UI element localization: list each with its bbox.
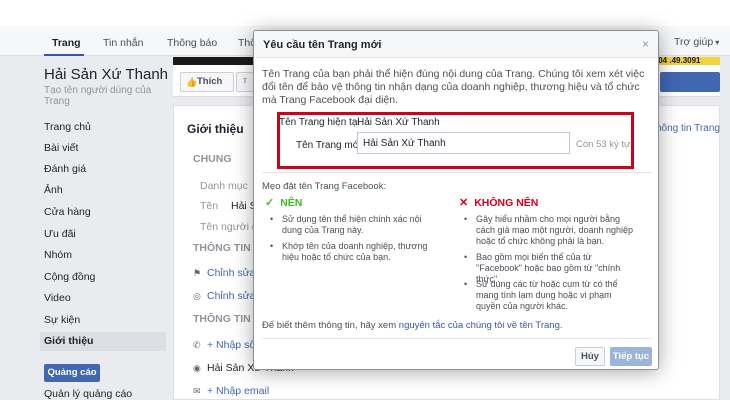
do-heading-label: NÊN bbox=[280, 197, 303, 209]
like-label: Thích bbox=[197, 76, 223, 87]
sidebar-item-community[interactable]: Cộng đồng bbox=[44, 268, 166, 287]
bullet: • bbox=[464, 252, 468, 262]
about-title: Giới thiệu bbox=[187, 122, 244, 136]
dont-heading: ✕ KHÔNG NÊN bbox=[459, 196, 538, 209]
edit-page-info-link[interactable]: hông tin Trang bbox=[656, 123, 720, 134]
divider bbox=[262, 172, 652, 173]
section-additional-info: THÔNG TIN D bbox=[193, 242, 262, 254]
footer-note: Để biết thêm thông tin, hãy xem nguyên t… bbox=[262, 320, 563, 331]
bullet: • bbox=[464, 214, 468, 224]
username-label: Tên người d bbox=[200, 221, 258, 233]
add-phone-row[interactable]: ✆ + Nhập số bbox=[193, 339, 255, 351]
do-tip: • Sử dụng tên thể hiện chính xác nội dung… bbox=[270, 214, 442, 236]
sidebar-item-videos[interactable]: Video bbox=[44, 289, 166, 308]
dont-tip-text: Gây hiểu nhầm cho mọi người bằng cách gi… bbox=[476, 214, 634, 246]
do-heading: ✓ NÊN bbox=[265, 196, 302, 209]
new-name-input[interactable] bbox=[357, 132, 570, 154]
edit-row-1[interactable]: ⚑ Chỉnh sửa bbox=[193, 267, 255, 279]
sidebar-item-about[interactable]: Giới thiệu bbox=[40, 332, 166, 351]
sidebar-item-posts[interactable]: Bài viết bbox=[44, 139, 166, 158]
tips-label: Mẹo đặt tên Trang Facebook: bbox=[262, 181, 387, 192]
current-name-label: Tên Trang hiện tại bbox=[279, 117, 360, 128]
edit-row-1-label: Chỉnh sửa bbox=[207, 267, 256, 279]
category-label: Danh mục bbox=[200, 180, 248, 192]
bullet: • bbox=[270, 214, 274, 224]
rss-icon: ᵀ bbox=[243, 77, 247, 87]
cover-phone-text: .04 .49.3091 bbox=[656, 56, 701, 65]
promote-button[interactable]: Quảng cáo bbox=[44, 364, 100, 382]
top-band bbox=[0, 0, 730, 26]
caret-down-icon: ▾ bbox=[715, 38, 720, 47]
mail-icon: ✉ bbox=[193, 386, 201, 396]
sidebar-item-shop[interactable]: Cửa hàng bbox=[44, 203, 166, 222]
dont-tip: • Gây hiểu nhầm cho mọi người bằng cách g… bbox=[464, 214, 634, 247]
dialog-title: Yêu cầu tên Trang mới bbox=[263, 39, 382, 51]
edit-row-2[interactable]: ◎ Chỉnh sửa bbox=[193, 290, 255, 302]
cross-icon: ✕ bbox=[459, 197, 469, 209]
bullet: • bbox=[464, 279, 468, 289]
edit-row-2-label: Chỉnh sửa bbox=[207, 290, 256, 302]
call-to-action-button[interactable] bbox=[660, 72, 720, 92]
current-name-value: Hải Sản Xứ Thanh bbox=[357, 117, 440, 128]
tab-page[interactable]: Trang bbox=[52, 37, 81, 49]
add-email-row[interactable]: ✉ + Nhập email bbox=[193, 385, 269, 397]
flag-icon: ⚑ bbox=[193, 268, 202, 278]
sidebar-item-photos[interactable]: Ảnh bbox=[44, 181, 166, 200]
do-tip-text: Sử dụng tên thể hiện chính xác nội dung … bbox=[282, 214, 422, 235]
divider bbox=[262, 338, 652, 339]
do-tip: • Khớp tên của doanh nghiệp, thương hiệu … bbox=[270, 241, 442, 263]
do-tip-text: Khớp tên của doanh nghiệp, thương hiệu h… bbox=[282, 241, 428, 262]
sidebar-item-offers[interactable]: Ưu đãi bbox=[44, 225, 166, 244]
thumbs-up-icon: 👍 bbox=[186, 77, 198, 87]
sidebar-item-home[interactable]: Trang chủ bbox=[44, 118, 166, 137]
help-label: Trợ giúp bbox=[674, 36, 714, 48]
close-icon[interactable]: × bbox=[642, 37, 649, 51]
manage-ads-link[interactable]: Quản lý quảng cáo bbox=[44, 388, 132, 400]
phone-icon: ✆ bbox=[193, 340, 201, 350]
dialog-header: Yêu cầu tên Trang mới × bbox=[254, 31, 658, 58]
sidebar-item-groups[interactable]: Nhóm bbox=[44, 246, 166, 265]
tab-notifications[interactable]: Thông báo bbox=[167, 37, 217, 49]
active-tab-indicator bbox=[44, 54, 84, 56]
dialog-description: Tên Trang của bạn phải thể hiện đúng nội… bbox=[262, 68, 645, 106]
create-username-link[interactable]: Tạo tên người dùng của Trang bbox=[44, 85, 164, 107]
like-button[interactable]: 👍 Thích bbox=[180, 72, 234, 92]
dont-tip: • Sử dụng các từ hoặc cụm từ có thể mang … bbox=[464, 279, 634, 312]
page-name-guidelines-link[interactable]: nguyên tắc của chúng tôi về tên Trang bbox=[399, 320, 560, 331]
section-general: CHUNG bbox=[193, 153, 232, 165]
new-name-label: Tên Trang mới bbox=[296, 140, 362, 151]
add-email-label: + Nhập email bbox=[207, 385, 270, 397]
bullet: • bbox=[270, 241, 274, 251]
footer-suffix: . bbox=[559, 320, 563, 331]
name-label: Tên bbox=[200, 200, 219, 212]
messenger-icon: ◉ bbox=[193, 363, 201, 373]
page-name[interactable]: Hải Sản Xứ Thanh bbox=[44, 66, 168, 83]
sidebar-item-reviews[interactable]: Đánh giá bbox=[44, 160, 166, 179]
footer-prefix: Để biết thêm thông tin, hãy xem bbox=[262, 320, 397, 331]
section-contact: THÔNG TIN L bbox=[193, 313, 261, 325]
cancel-button[interactable]: Hủy bbox=[575, 347, 605, 366]
rename-page-dialog: Yêu cầu tên Trang mới × Tên Trang của bạ… bbox=[253, 30, 659, 370]
tab-messages[interactable]: Tin nhắn bbox=[103, 37, 143, 49]
add-phone-label: + Nhập số bbox=[207, 339, 256, 351]
checkmark-icon: ✓ bbox=[265, 197, 275, 209]
dont-heading-label: KHÔNG NÊN bbox=[474, 197, 539, 209]
dont-tip-text: Sử dụng các từ hoặc cụm từ có thể mang t… bbox=[476, 279, 618, 311]
globe-icon: ◎ bbox=[193, 291, 201, 301]
continue-button[interactable]: Tiếp tục bbox=[610, 347, 652, 366]
follow-button[interactable]: ᵀ bbox=[236, 72, 254, 92]
help-menu[interactable]: Trợ giúp ▾ bbox=[674, 36, 719, 48]
characters-remaining: Còn 53 ký tự bbox=[576, 139, 631, 150]
sidebar-item-events[interactable]: Sự kiện bbox=[44, 311, 166, 330]
